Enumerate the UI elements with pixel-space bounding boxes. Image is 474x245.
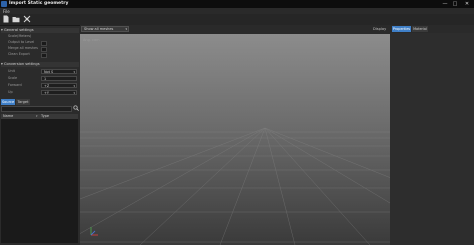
viewport-camera-label: Ang. cam bbox=[83, 38, 100, 42]
up-label: Up bbox=[8, 90, 13, 94]
tab-properties[interactable]: Properties bbox=[392, 26, 411, 32]
unit-select[interactable]: Not S ▾ bbox=[41, 69, 77, 74]
clean-export-checkbox[interactable] bbox=[41, 53, 47, 58]
scale-input[interactable]: 1 bbox=[41, 76, 77, 81]
up-select[interactable]: +Y ▾ bbox=[41, 90, 77, 95]
open-folder-icon[interactable] bbox=[12, 15, 20, 23]
up-value: +Y bbox=[44, 91, 49, 95]
display-button[interactable]: Display bbox=[373, 26, 386, 32]
new-file-icon[interactable] bbox=[2, 15, 10, 23]
mesh-display-select[interactable]: Show all meshes ▾ bbox=[81, 26, 129, 32]
forward-select[interactable]: +Z ▾ bbox=[41, 83, 77, 88]
chevron-down-icon: ▾ bbox=[73, 91, 75, 95]
unit-label: Unit bbox=[8, 69, 15, 73]
title-bar bbox=[0, 0, 474, 8]
chevron-down-icon: ▾ bbox=[125, 27, 127, 31]
menu-file[interactable]: File bbox=[3, 9, 10, 14]
merge-all-meshes-label: Merge all meshes bbox=[8, 46, 38, 50]
maximize-button[interactable]: □ bbox=[451, 1, 459, 7]
unit-value: Not S bbox=[44, 70, 54, 74]
tab-material[interactable]: Material bbox=[412, 26, 428, 32]
app-icon bbox=[1, 1, 7, 7]
conversion-settings-header[interactable]: ▾ Conversion settings bbox=[1, 62, 79, 67]
clean-export-label: Clean Export bbox=[8, 52, 30, 56]
forward-value: +Z bbox=[44, 84, 50, 88]
scale-meters-label: Scale(Meters) bbox=[8, 34, 32, 38]
properties-content bbox=[390, 33, 474, 245]
scale-label: Scale bbox=[8, 76, 18, 80]
mesh-display-value: Show all meshes bbox=[84, 27, 114, 31]
window-title: Import Static geometry bbox=[9, 1, 69, 6]
settings-icon[interactable] bbox=[23, 15, 31, 23]
tab-source[interactable]: Source bbox=[1, 99, 15, 105]
close-button[interactable]: ✕ bbox=[462, 1, 472, 7]
search-input[interactable] bbox=[1, 106, 72, 112]
forward-label: Forward bbox=[8, 83, 22, 87]
mesh-list[interactable] bbox=[1, 119, 78, 243]
merge-all-meshes-checkbox[interactable] bbox=[41, 47, 47, 52]
tab-target[interactable]: Target bbox=[16, 99, 30, 105]
search-icon[interactable] bbox=[72, 105, 79, 112]
output-to-level-label: Output to Level bbox=[8, 40, 35, 44]
minimize-button[interactable]: — bbox=[441, 1, 449, 7]
output-to-level-checkbox[interactable] bbox=[41, 41, 47, 46]
scale-value: 1 bbox=[44, 77, 47, 81]
axis-gizmo-icon bbox=[90, 227, 98, 236]
chevron-down-icon: ▾ bbox=[73, 70, 75, 74]
chevron-down-icon: ▾ bbox=[73, 84, 75, 88]
3d-viewport[interactable] bbox=[80, 34, 390, 245]
general-settings-header[interactable]: ▾ General settings bbox=[1, 28, 79, 33]
